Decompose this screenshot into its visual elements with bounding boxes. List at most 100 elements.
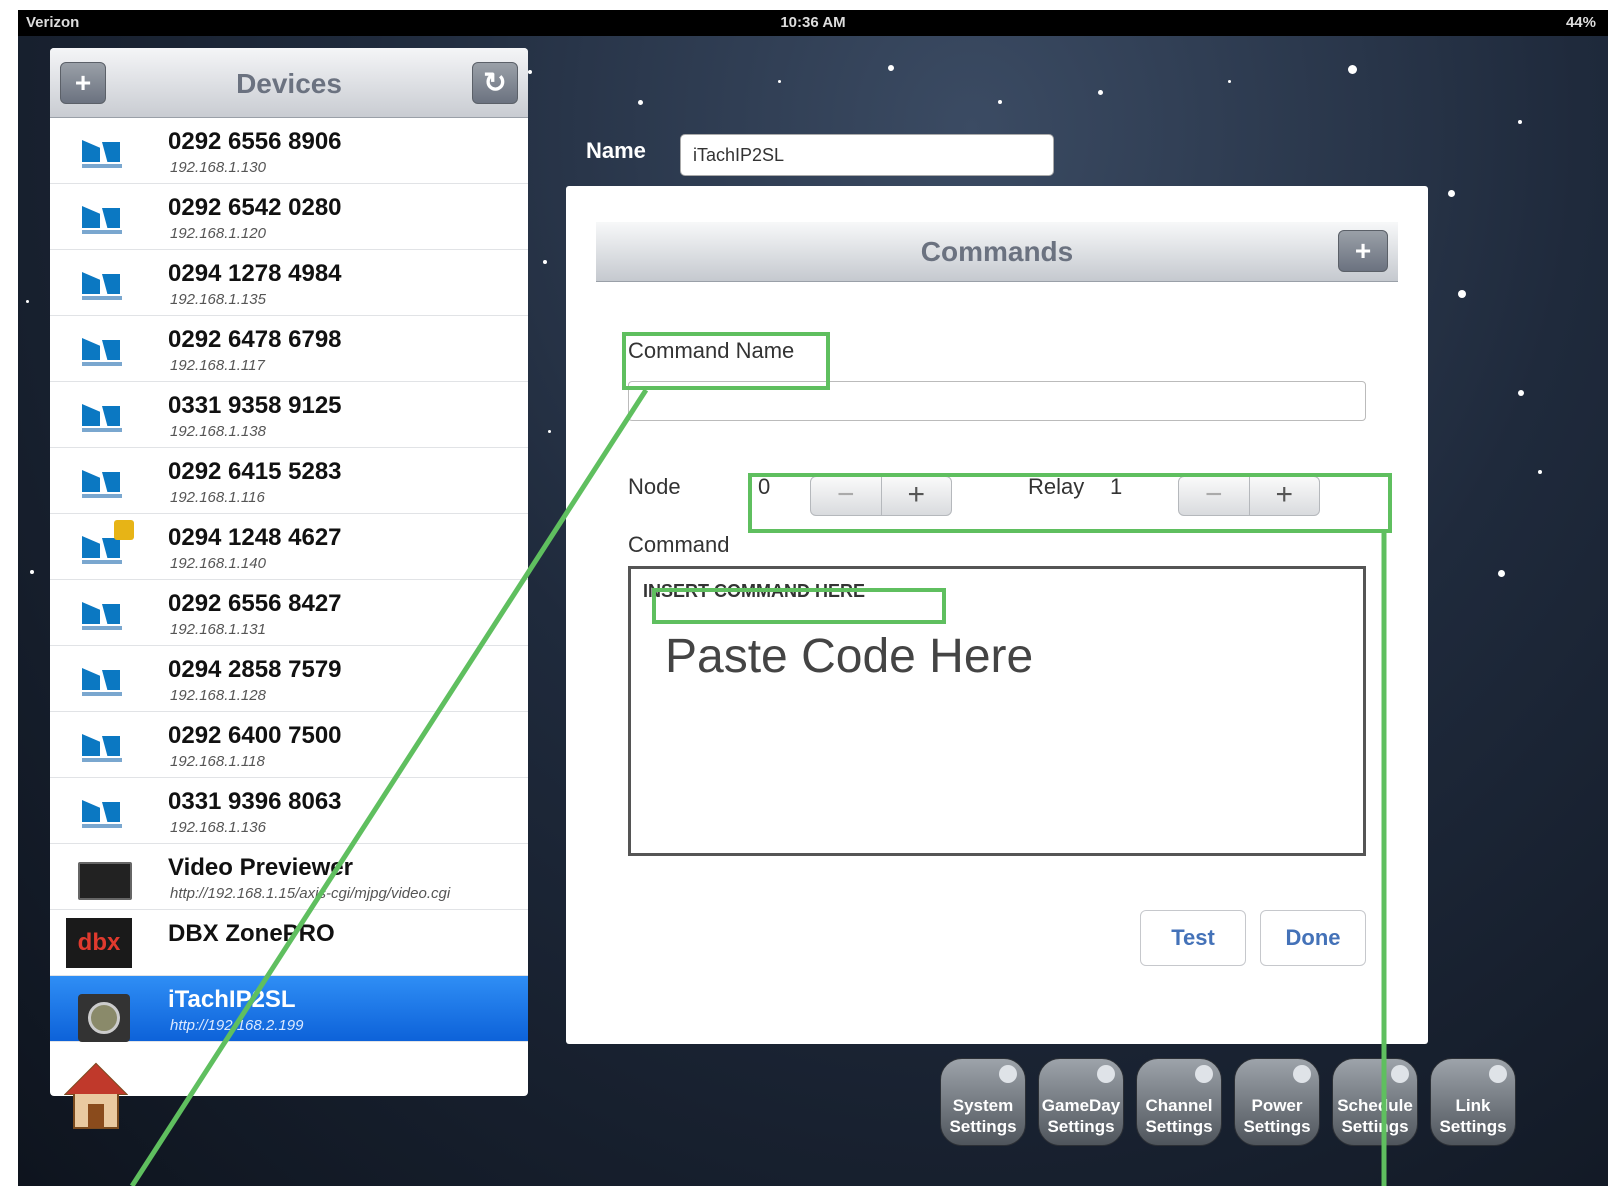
device-name: 0294 1278 4984	[168, 260, 342, 287]
star	[30, 570, 34, 574]
dock-label-line1: GameDay	[1041, 1095, 1121, 1115]
device-row[interactable]: 0294 1248 4627 192.168.1.140	[50, 514, 528, 580]
directv-locked-icon	[78, 520, 134, 568]
star	[888, 65, 894, 71]
highlight-command-name	[622, 332, 830, 390]
star	[528, 70, 532, 74]
star	[778, 80, 781, 83]
dock-label-line1: System	[952, 1095, 1014, 1115]
node-label: Node	[628, 474, 681, 499]
highlight-node-relay	[748, 473, 1392, 533]
dock-label-line2: Settings	[1145, 1116, 1213, 1136]
device-name-field[interactable]: iTachIP2SL	[680, 134, 1054, 176]
itach-device-icon	[78, 994, 130, 1042]
device-name: DBX ZonePRO	[168, 920, 335, 947]
device-row[interactable]: iTachIP2SL http://192.168.2.199	[50, 976, 528, 1042]
clock: 10:36 AM	[780, 14, 846, 31]
device-name: 0292 6542 0280	[168, 194, 342, 221]
star	[998, 100, 1002, 104]
directv-icon	[78, 334, 126, 370]
directv-icon	[78, 730, 126, 766]
star	[1448, 190, 1455, 197]
clock-icon	[1391, 1065, 1409, 1083]
device-name: 0292 6556 8427	[168, 590, 342, 617]
device-name: 0292 6415 5283	[168, 458, 342, 485]
device-row[interactable]: 0292 6542 0280 192.168.1.120	[50, 184, 528, 250]
directv-icon	[78, 268, 126, 304]
commands-header: Commands +	[596, 222, 1398, 282]
star	[638, 100, 643, 105]
dock-schedule-settings-button[interactable]: Schedule Settings	[1332, 1058, 1418, 1146]
home-icon[interactable]	[64, 1060, 128, 1130]
star	[543, 260, 547, 264]
dock-system-settings-button[interactable]: System Settings	[940, 1058, 1026, 1146]
devices-header: + Devices ↻	[50, 48, 528, 118]
device-address: 192.168.1.136	[170, 819, 266, 836]
add-command-button[interactable]: +	[1338, 230, 1388, 272]
command-label: Command	[628, 532, 730, 557]
star	[1498, 570, 1505, 577]
device-address: 192.168.1.117	[170, 357, 265, 374]
directv-icon	[78, 136, 126, 172]
star	[1348, 65, 1357, 74]
tools-icon	[999, 1065, 1017, 1083]
dock-label-line1: Power	[1251, 1095, 1303, 1115]
device-address: 192.168.1.131	[170, 621, 266, 638]
directv-icon	[78, 598, 126, 634]
directv-icon	[78, 664, 126, 700]
done-button[interactable]: Done	[1260, 910, 1366, 966]
dock-label-line2: Settings	[949, 1116, 1017, 1136]
device-name: 0331 9396 8063	[168, 788, 342, 815]
device-name: 0331 9358 9125	[168, 392, 342, 419]
name-label: Name	[586, 138, 646, 163]
test-button[interactable]: Test	[1140, 910, 1246, 966]
dock-gameday-settings-button[interactable]: GameDay Settings	[1038, 1058, 1124, 1146]
refresh-button[interactable]: ↻	[472, 62, 518, 104]
device-list: 0292 6556 8906 192.168.1.130 0292 6542 028…	[50, 118, 528, 1042]
dock-link-settings-button[interactable]: Link Settings	[1430, 1058, 1516, 1146]
device-address: http://192.168.1.15/axis-cgi/mjpg/video.…	[170, 885, 451, 902]
paste-code-hint: Paste Code Here	[665, 630, 1034, 683]
video-monitor-icon	[78, 862, 132, 900]
dock-label-line2: Settings	[1243, 1116, 1311, 1136]
directv-icon	[78, 466, 126, 502]
device-row[interactable]: 0292 6478 6798 192.168.1.117	[50, 316, 528, 382]
dock-label-line1: Channel	[1145, 1095, 1213, 1115]
device-name: 0292 6478 6798	[168, 326, 342, 353]
link-icon	[1489, 1065, 1507, 1083]
device-row[interactable]: 0292 6556 8427 192.168.1.131	[50, 580, 528, 646]
device-row[interactable]: 0292 6400 7500 192.168.1.118	[50, 712, 528, 778]
devices-panel: + Devices ↻ 0292 6556 8906 192.168.1.130 0…	[50, 48, 528, 1096]
device-row[interactable]: 0294 2858 7579 192.168.1.128	[50, 646, 528, 712]
device-name: iTachIP2SL	[168, 986, 296, 1013]
device-address: 192.168.1.116	[170, 489, 265, 506]
device-address: 192.168.1.120	[170, 225, 266, 242]
device-row[interactable]: Video Previewer http://192.168.1.15/axis-…	[50, 844, 528, 910]
star	[1458, 290, 1466, 298]
device-address: 192.168.1.140	[170, 555, 266, 572]
dock-channel-settings-button[interactable]: Channel Settings	[1136, 1058, 1222, 1146]
device-row[interactable]: 0292 6415 5283 192.168.1.116	[50, 448, 528, 514]
dock-label-line1: Schedule	[1337, 1095, 1413, 1115]
device-address: 192.168.1.135	[170, 291, 266, 308]
device-address: 192.168.1.118	[170, 753, 265, 770]
device-row[interactable]: 0331 9358 9125 192.168.1.138	[50, 382, 528, 448]
star	[1098, 90, 1103, 95]
star	[1518, 390, 1524, 396]
power-icon	[1293, 1065, 1311, 1083]
device-name: Video Previewer	[168, 854, 353, 881]
device-row[interactable]: 0331 9396 8063 192.168.1.136	[50, 778, 528, 844]
star	[1518, 120, 1522, 124]
dock-label-line2: Settings	[1439, 1116, 1507, 1136]
directv-icon	[78, 400, 126, 436]
device-address: http://192.168.2.199	[170, 1017, 304, 1034]
directv-icon	[78, 796, 126, 832]
dock-power-settings-button[interactable]: Power Settings	[1234, 1058, 1320, 1146]
device-address: 192.168.1.138	[170, 423, 266, 440]
dock-label-line2: Settings	[1047, 1116, 1115, 1136]
device-row[interactable]: dbx DBX ZonePRO	[50, 910, 528, 976]
device-row[interactable]: 0292 6556 8906 192.168.1.130	[50, 118, 528, 184]
highlight-command-placeholder	[652, 588, 946, 624]
tv-icon	[1097, 1065, 1115, 1083]
device-row[interactable]: 0294 1278 4984 192.168.1.135	[50, 250, 528, 316]
